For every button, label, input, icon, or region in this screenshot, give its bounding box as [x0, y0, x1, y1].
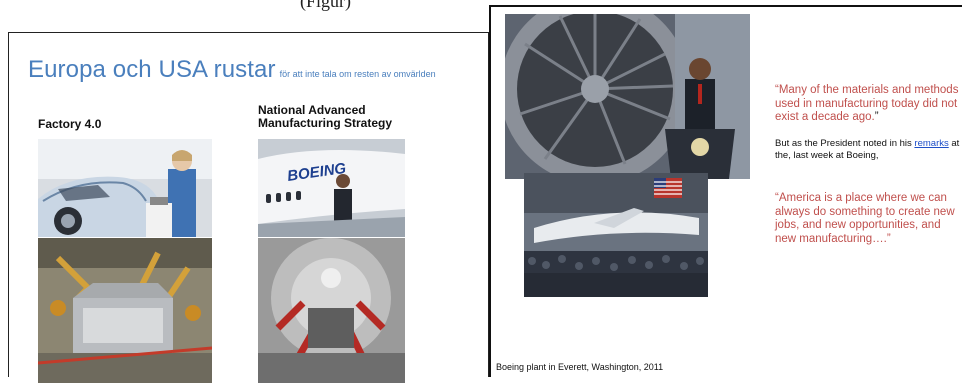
robot-cell-photo — [258, 238, 405, 383]
boeing-plant-caption: Boeing plant in Everett, Washington, 201… — [496, 362, 664, 372]
slide-right: “Many of the materials and methods used … — [489, 5, 962, 377]
robot-assembly-line-photo — [38, 238, 212, 383]
slide-left: Europa och USA rustar för att inte tala o… — [8, 32, 489, 383]
remarks-link[interactable]: remarks — [914, 138, 948, 149]
boeing-plant-crowd-photo — [524, 173, 708, 297]
quote-america: “America is a place where we can always … — [775, 192, 955, 245]
slide-title-main: Europa och USA rustar — [28, 56, 276, 83]
quote-materials: “Many of the materials and methods used … — [775, 84, 959, 123]
factory-heading: Factory 4.0 — [38, 117, 102, 131]
quote-bridge-text: But as the President noted in his remark… — [775, 138, 960, 161]
merkel-car-photo — [38, 139, 212, 237]
boeing-jet-obama-photo: BOEING — [258, 139, 405, 237]
namss-heading: National Advanced Manufacturing Strategy — [258, 103, 393, 130]
obama-engine-photo — [505, 14, 750, 179]
slide-title: Europa och USA rustar för att inte tala o… — [28, 56, 436, 84]
slide-title-sub: för att inte tala om resten av omvärlden — [279, 69, 436, 79]
top-caption: (Figur) — [300, 0, 351, 11]
